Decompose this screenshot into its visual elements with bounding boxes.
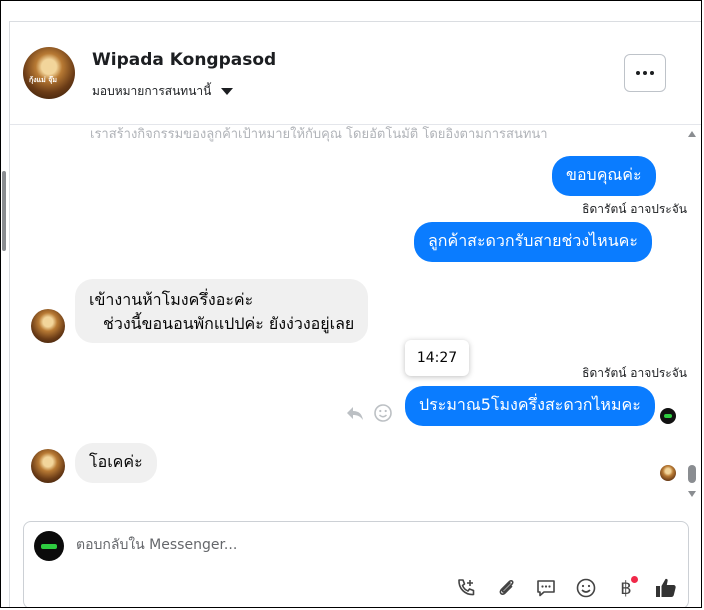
top-strip bbox=[1, 1, 701, 22]
saved-reply-icon[interactable] bbox=[534, 576, 558, 600]
assign-label: มอบหมายการสนทนานี้ bbox=[92, 84, 212, 98]
baht-symbol: ฿ bbox=[620, 577, 632, 599]
attachment-icon[interactable] bbox=[494, 576, 518, 600]
message-line: ช่วงนี้ขอนอนพักแปปค่ะ ยังง่วงอยู่เลย bbox=[103, 314, 355, 333]
outgoing-message[interactable]: ขอบคุณค่ะ bbox=[552, 156, 656, 196]
messenger-window: กุ้งแม่ จุ๊ม Wipada Kongpasod มอบหมายการ… bbox=[0, 0, 702, 608]
sender-name: ธิดารัตน์ อาจประจัน bbox=[582, 202, 687, 216]
contact-seen-avatar bbox=[660, 465, 676, 481]
incoming-message[interactable]: เข้างานห้าโมงครึ่งอะค่ะ ช่วงนี้ขอนอนพักแ… bbox=[75, 279, 369, 343]
outgoing-message[interactable]: ลูกค้าสะดวกรับสายช่วงไหนคะ bbox=[414, 222, 652, 262]
system-notice: เราสร้างกิจกรรมของลูกค้าเป้าหมายให้กับคุ… bbox=[90, 127, 548, 142]
avatar-text: กุ้งแม่ จุ๊ม bbox=[29, 76, 57, 84]
message-line: เข้างานห้าโมงครึ่งอะค่ะ bbox=[89, 290, 254, 309]
chat-scrollbar[interactable] bbox=[687, 127, 697, 499]
incoming-message[interactable]: โอเคค่ะ bbox=[75, 443, 157, 483]
dot-icon bbox=[636, 71, 640, 75]
call-add-icon[interactable] bbox=[454, 576, 478, 600]
page-seen-avatar bbox=[660, 408, 676, 424]
outgoing-message[interactable]: ประมาณ5โมงครึ่งสะดวกไหมคะ bbox=[405, 386, 655, 426]
scroll-up-icon[interactable] bbox=[688, 131, 696, 137]
composer-toolbar: ฿ bbox=[454, 576, 678, 600]
reply-composer: ฿ bbox=[23, 521, 689, 607]
timestamp-tooltip: 14:27 bbox=[405, 340, 469, 376]
like-icon[interactable] bbox=[654, 576, 678, 600]
react-emoji-icon[interactable] bbox=[373, 403, 393, 423]
page-avatar bbox=[34, 531, 64, 561]
caret-down-icon bbox=[221, 88, 234, 95]
left-panel-edge bbox=[1, 21, 10, 607]
assign-conversation-dropdown[interactable]: มอบหมายการสนทนานี้ bbox=[92, 82, 234, 101]
contact-avatar-small[interactable] bbox=[31, 309, 65, 343]
dot-icon bbox=[650, 71, 654, 75]
scroll-down-icon[interactable] bbox=[688, 491, 696, 497]
emoji-icon[interactable] bbox=[574, 576, 598, 600]
conversation-header: กุ้งแม่ จุ๊ม Wipada Kongpasod มอบหมายการ… bbox=[10, 22, 701, 125]
notification-dot bbox=[631, 576, 638, 583]
contact-name[interactable]: Wipada Kongpasod bbox=[92, 50, 276, 70]
panel-resize-handle[interactable] bbox=[2, 171, 6, 251]
dot-icon bbox=[643, 71, 647, 75]
contact-avatar-small[interactable] bbox=[31, 449, 65, 483]
more-options-button[interactable] bbox=[624, 54, 666, 92]
message-thread: เราสร้างกิจกรรมของลูกค้าเป้าหมายให้กับคุ… bbox=[10, 125, 687, 513]
contact-avatar[interactable]: กุ้งแม่ จุ๊ม bbox=[23, 47, 75, 99]
sender-name: ธิดารัตน์ อาจประจัน bbox=[582, 366, 687, 380]
reply-icon[interactable] bbox=[345, 403, 365, 423]
message-actions bbox=[345, 403, 393, 423]
reply-input[interactable] bbox=[74, 536, 578, 554]
baht-payment-icon[interactable]: ฿ bbox=[614, 576, 638, 600]
scroll-thumb[interactable] bbox=[688, 465, 696, 483]
